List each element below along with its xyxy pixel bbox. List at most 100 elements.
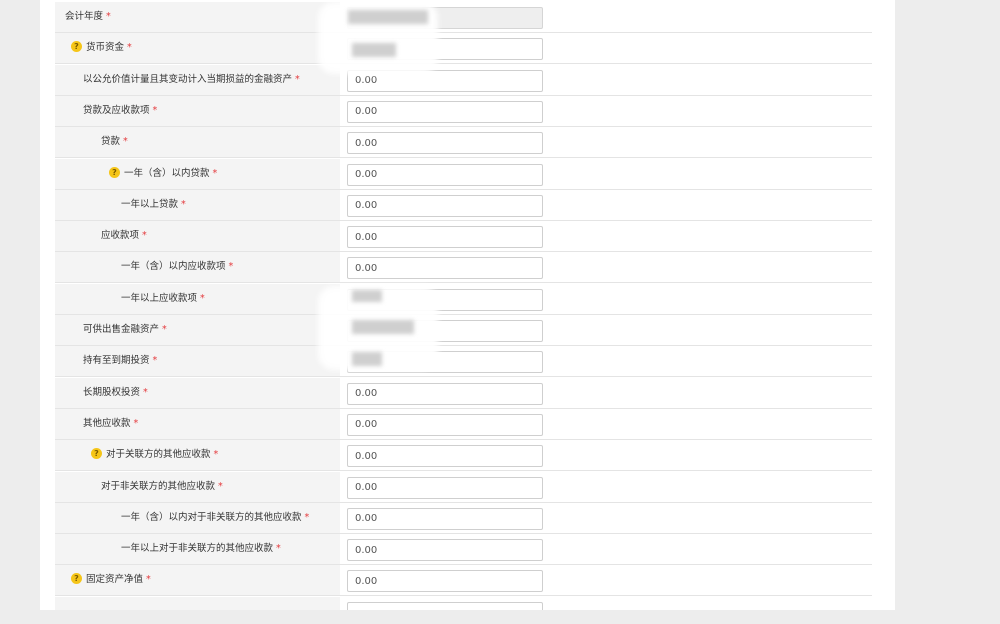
field-label-text: 对于关联方的其他应收款 (106, 449, 211, 461)
form-row: ? 货币资金 * (55, 33, 872, 65)
field-label: ? 固定资产净值 * (55, 565, 340, 596)
required-marker: * (146, 574, 151, 586)
privacy-blur-chip (352, 320, 414, 334)
field-label: 以公允价值计量且其变动计入当期损益的金融资产 * (55, 64, 340, 95)
required-marker: * (218, 480, 223, 492)
form-row: ? 一年（含）以内贷款 * (55, 158, 872, 190)
form-row: 贷款及应收款项 * (55, 95, 872, 127)
required-marker: * (152, 104, 158, 116)
field-label-text: 应收款项 (101, 230, 140, 242)
field-label: ? 对于关联方的其他应收款 * (55, 440, 340, 471)
form-row: 以公允价值计量且其变动计入当期损益的金融资产 * (55, 64, 872, 96)
field-label: 贷款及应收款项 * (55, 95, 340, 126)
required-marker: * (228, 261, 234, 273)
amount-input[interactable] (347, 507, 543, 530)
amount-input[interactable] (347, 382, 543, 405)
amount-input[interactable] (347, 194, 543, 217)
field-label: 应收款项 * (55, 221, 340, 252)
field-label: 其他应收款 * (55, 408, 340, 439)
required-marker: * (127, 42, 132, 54)
form-row: ? 对于关联方的其他应收款 * (55, 440, 872, 472)
privacy-blur-chip (352, 352, 382, 366)
amount-input[interactable] (347, 601, 543, 610)
field-label-text: 其他应收款 (83, 417, 131, 429)
amount-input[interactable] (347, 539, 543, 562)
field-label-text: 货币资金 (86, 42, 125, 54)
required-marker: * (304, 511, 310, 523)
required-marker: * (123, 136, 128, 148)
form-row: 持有至到期投资 * (55, 346, 872, 378)
required-marker: * (213, 449, 219, 461)
amount-input[interactable] (347, 132, 543, 155)
field-label-text: 以公允价值计量且其变动计入当期损益的金融资产 (83, 73, 293, 85)
question-icon[interactable]: ? (91, 448, 102, 460)
amount-input[interactable] (347, 413, 543, 436)
form-row: 一年以上对于非关联方的其他应收款 * (55, 534, 872, 566)
field-label-text: 可供出售金融资产 (83, 324, 160, 335)
form-row: 一年以上应收款项 * (55, 283, 872, 315)
question-icon[interactable]: ? (109, 166, 120, 178)
question-icon[interactable]: ? (71, 573, 82, 585)
privacy-blur-chip (348, 10, 428, 24)
form-row (55, 596, 872, 610)
required-marker: * (142, 230, 147, 242)
field-label-text: 一年（含）以内对于非关联方的其他应收款 (121, 511, 302, 523)
required-marker: * (162, 324, 167, 335)
form-row: 一年（含）以内应收款项 * (55, 252, 872, 284)
form-row: 会计年度 * (55, 2, 872, 33)
question-icon[interactable]: ? (71, 41, 82, 53)
required-marker: * (212, 167, 218, 179)
field-label: 会计年度 * (55, 2, 340, 32)
financial-form: 会计年度*?货币资金*以公允价值计量且其变动计入当期损益的金融资产*贷款及应收款… (55, 0, 872, 610)
field-label: 可供出售金融资产 * (55, 315, 340, 345)
form-row: 其他应收款 * (55, 408, 872, 440)
field-label: 长期股权投资 * (55, 377, 340, 408)
amount-input[interactable] (347, 445, 543, 468)
privacy-blur-chip (352, 290, 382, 302)
form-panel: 会计年度*?货币资金*以公允价值计量且其变动计入当期损益的金融资产*贷款及应收款… (40, 0, 895, 610)
field-label: 一年以上对于非关联方的其他应收款 * (55, 534, 340, 565)
field-label-text: 贷款及应收款项 (83, 104, 150, 116)
field-label: 一年（含）以内应收款项 * (55, 252, 340, 283)
field-label (55, 596, 340, 610)
field-label-text: 一年（含）以内应收款项 (121, 261, 226, 273)
field-label-text: 一年以上应收款项 (121, 292, 198, 304)
form-row: 贷款 * (55, 127, 872, 159)
field-label-text: 贷款 (101, 136, 121, 148)
field-label: 贷款 * (55, 127, 340, 158)
field-label: 一年以上应收款项 * (55, 283, 340, 314)
required-marker: * (106, 11, 111, 22)
field-label: 对于非关联方的其他应收款 * (55, 471, 340, 502)
field-label-text: 一年（含）以内贷款 (124, 167, 210, 179)
field-label: ? 货币资金 * (55, 33, 340, 64)
form-row: 应收款项 * (55, 221, 872, 253)
amount-input[interactable] (347, 100, 543, 123)
field-label-text: 对于非关联方的其他应收款 (101, 480, 216, 492)
field-label-text: 一年以上贷款 (121, 198, 179, 210)
field-label-text: 固定资产净值 (86, 574, 144, 586)
field-label-text: 长期股权投资 (83, 386, 141, 398)
amount-input[interactable] (347, 476, 543, 499)
required-marker: * (276, 543, 281, 555)
field-label-text: 会计年度 (65, 11, 104, 22)
field-label: ? 一年（含）以内贷款 * (55, 158, 340, 189)
field-label: 一年（含）以内对于非关联方的其他应收款 * (55, 502, 340, 533)
field-label-text: 一年以上对于非关联方的其他应收款 (121, 543, 274, 555)
form-row: 一年（含）以内对于非关联方的其他应收款 * (55, 502, 872, 534)
form-row: 对于非关联方的其他应收款 * (55, 471, 872, 503)
form-row: 一年以上贷款 * (55, 189, 872, 221)
form-row: ? 固定资产净值 * (55, 565, 872, 597)
amount-input[interactable] (347, 226, 543, 249)
field-label: 一年以上贷款 * (55, 189, 340, 220)
required-marker: * (200, 292, 205, 304)
required-marker: * (181, 198, 186, 210)
field-label: 持有至到期投资 * (55, 346, 340, 377)
required-marker: * (295, 73, 300, 85)
form-row: 可供出售金融资产 * (55, 315, 872, 346)
amount-input[interactable] (347, 570, 543, 593)
privacy-blur-chip (352, 43, 396, 57)
amount-input[interactable] (347, 163, 543, 186)
required-marker: * (143, 386, 148, 398)
amount-input[interactable] (347, 257, 543, 280)
required-marker: * (152, 355, 158, 367)
